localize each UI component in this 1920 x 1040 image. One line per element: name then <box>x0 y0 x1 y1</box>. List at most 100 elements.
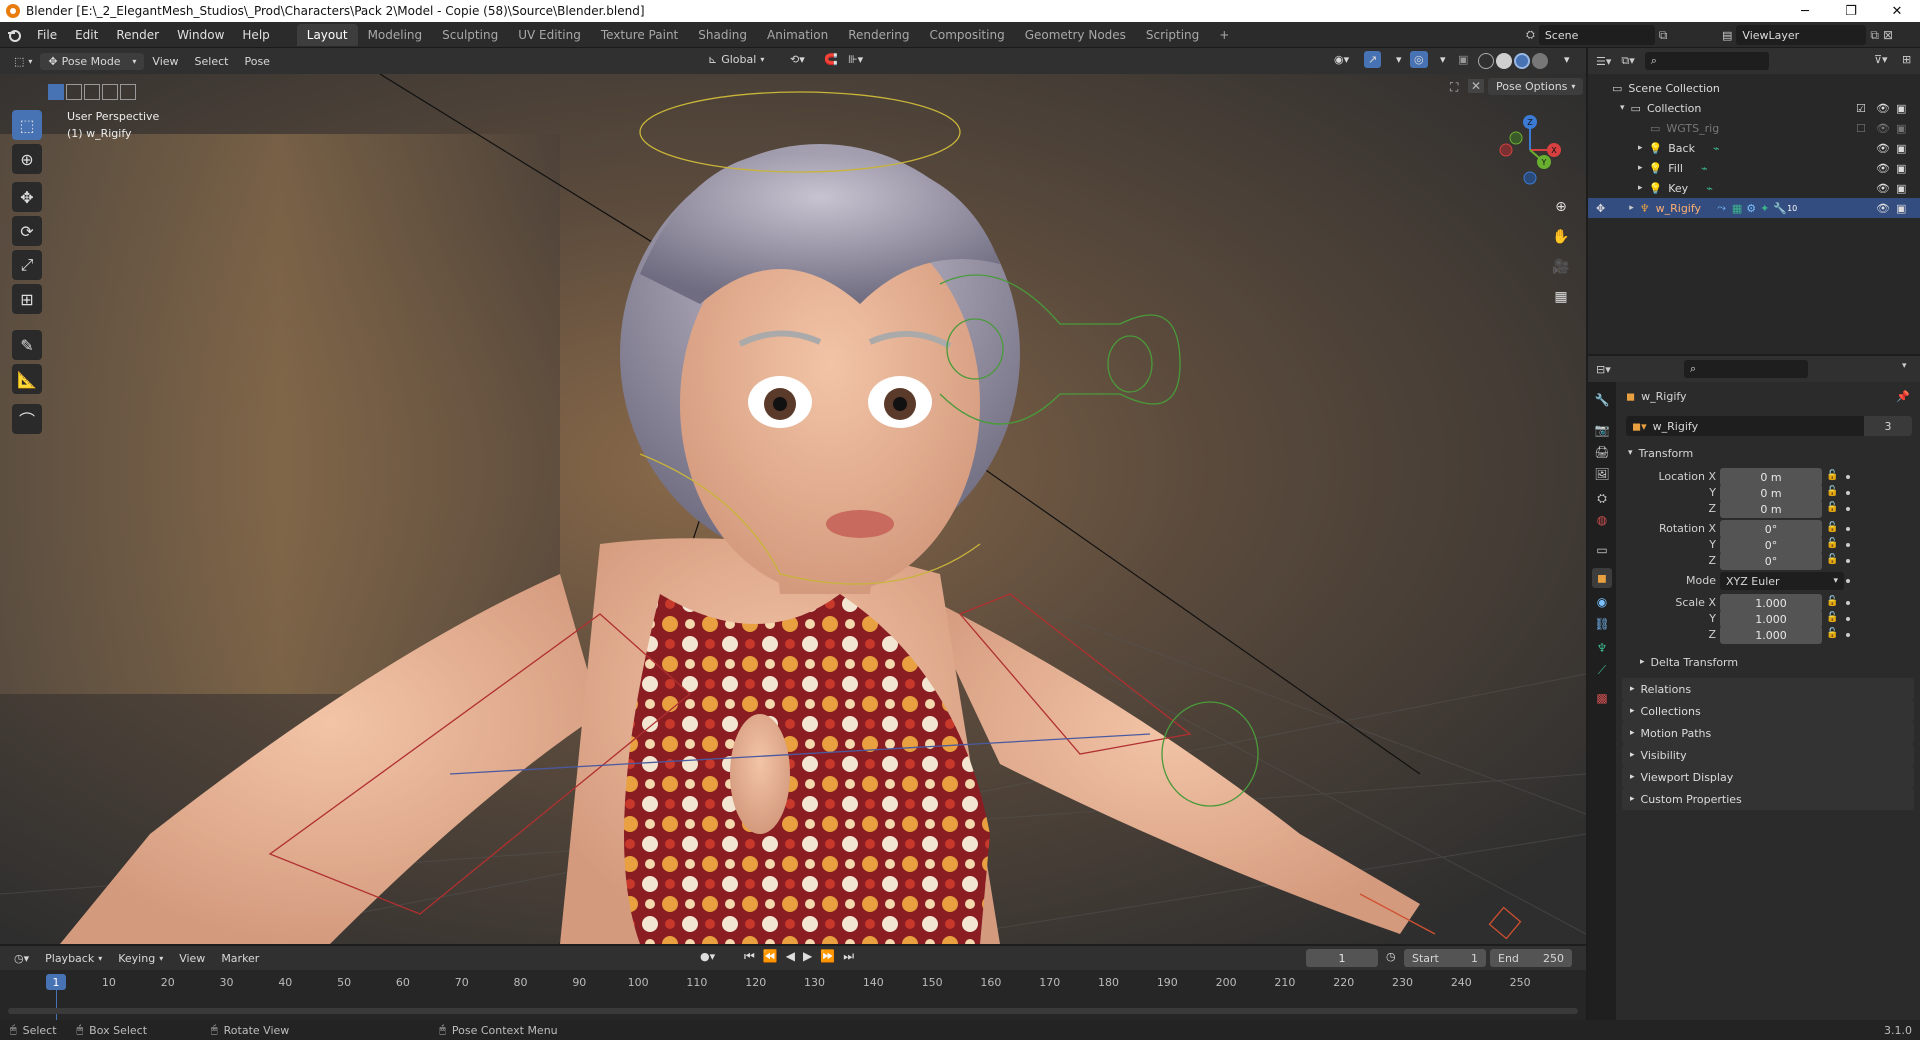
pan-hand-icon[interactable]: ✋ <box>1548 224 1574 250</box>
menu-view[interactable]: View <box>171 950 213 967</box>
wireframe-shading-icon[interactable] <box>1478 53 1494 69</box>
properties-editor-icon[interactable]: ⊟▾ <box>1596 363 1611 376</box>
keyframe-dot-icon[interactable] <box>1846 559 1850 563</box>
jump-keyframe-back-icon[interactable]: ⏪ <box>763 949 778 964</box>
eye-icon[interactable]: 👁 <box>1876 162 1890 175</box>
lock-icon[interactable]: 🔓 <box>1826 502 1838 513</box>
keyframe-dot-icon[interactable] <box>1846 491 1850 495</box>
select-box-tool-icon[interactable]: ⬚ <box>12 110 42 140</box>
new-collection-icon[interactable]: ⊞ <box>1902 53 1911 66</box>
bone-tab-icon[interactable]: ⟋ <box>1592 660 1612 680</box>
frame-ruler[interactable]: 10 20 30 40 50 60 70 80 90 100 110 120 130 140 150 160 1… <box>0 970 1586 994</box>
light-data-icon[interactable]: ⌁ <box>1713 142 1720 155</box>
scene-field[interactable]: Scene <box>1538 25 1655 45</box>
outliner-search-input[interactable]: ⌕ <box>1644 52 1769 70</box>
timeline-scrollbar[interactable] <box>8 1008 1578 1014</box>
pose-options-button[interactable]: Pose Options ▾ <box>1488 78 1584 95</box>
xray-toggle-icon[interactable]: ▣ <box>1450 51 1476 68</box>
tab-uv-editing[interactable]: UV Editing <box>508 24 591 46</box>
material-preview-shading-icon[interactable] <box>1514 53 1530 69</box>
camera-icon[interactable]: ▣ <box>1896 182 1906 195</box>
output-tab-icon[interactable]: 🖨 <box>1592 442 1612 462</box>
menu-window[interactable]: Window <box>168 28 233 42</box>
keyframe-dot-icon[interactable] <box>1846 543 1850 547</box>
expand-arrow-icon[interactable]: ▸ <box>1629 203 1634 213</box>
transform-orientation-selector[interactable]: ⊾ Global ▾ <box>700 51 772 68</box>
expand-arrow-icon[interactable]: ▸ <box>1638 143 1643 153</box>
transform-panel-header[interactable]: ▾ Transform <box>1622 442 1914 464</box>
expand-arrow-icon[interactable]: ▸ <box>1638 163 1643 173</box>
keyframe-dot-icon[interactable] <box>1846 475 1850 479</box>
texture-tab-icon[interactable]: ▩ <box>1592 688 1612 708</box>
play-icon[interactable]: ▶ <box>803 949 812 964</box>
motion-paths-panel-header[interactable]: ▸ Motion Paths <box>1622 722 1914 744</box>
object-data-tab-icon[interactable]: ♆ <box>1592 638 1612 658</box>
outliner-editor-icon[interactable]: ☰▾ <box>1596 55 1611 68</box>
snap-target-icon[interactable]: ⊪▾ <box>840 51 871 68</box>
current-frame-field[interactable]: 1 <box>1306 949 1378 967</box>
add-workspace-button[interactable]: + <box>1209 24 1239 46</box>
custom-properties-panel-header[interactable]: ▸ Custom Properties <box>1622 788 1914 810</box>
tool-tab-icon[interactable]: 🔧 <box>1592 390 1612 410</box>
view-layer-tab-icon[interactable]: 🖼 <box>1592 464 1612 484</box>
outliner-item-collection[interactable]: ▾ ▭ Collection ☑ 👁 ▣ <box>1588 98 1920 118</box>
object-constraints-tab-icon[interactable]: ⛓ <box>1592 614 1612 634</box>
start-frame-field[interactable]: Start 1 <box>1404 949 1486 967</box>
3d-viewport[interactable]: ⬚ ⊕ ✥ ⟳ ⤢ ⊞ ✎ 📐 ⌒ User Perspective (1) w… <box>0 74 1586 944</box>
remove-view-layer-icon[interactable]: ⊠ <box>1883 28 1893 42</box>
light-data-icon[interactable]: ⌁ <box>1701 162 1708 175</box>
shading-options-icon[interactable]: ▾ <box>1556 51 1578 68</box>
light-data-icon[interactable]: ⌁ <box>1706 182 1713 195</box>
jump-keyframe-forward-icon[interactable]: ⏩ <box>820 949 835 964</box>
timeline-editor-icon[interactable]: ◷▾ <box>6 950 37 967</box>
eye-icon[interactable]: 👁 <box>1876 142 1890 155</box>
eye-icon[interactable]: 👁 <box>1876 182 1890 195</box>
collections-panel-header[interactable]: ▸ Collections <box>1622 700 1914 722</box>
constraint-icon[interactable]: ⚙ <box>1746 202 1756 215</box>
menu-render[interactable]: Render <box>107 28 168 42</box>
delta-transform-subpanel[interactable]: ▸ Delta Transform <box>1634 652 1914 672</box>
keyframe-dot-icon[interactable] <box>1846 633 1850 637</box>
close-button[interactable]: ✕ <box>1874 0 1920 22</box>
checkbox-icon[interactable]: ☑ <box>1856 102 1866 115</box>
lock-icon[interactable]: 🔓 <box>1826 522 1838 533</box>
lock-icon[interactable]: 🔓 <box>1826 554 1838 565</box>
collection-tab-icon[interactable]: ▭ <box>1592 540 1612 560</box>
select-new-icon[interactable] <box>48 84 64 100</box>
lock-icon[interactable]: 🔓 <box>1826 596 1838 607</box>
keyframe-dot-icon[interactable] <box>1846 527 1850 531</box>
zoom-region-icon[interactable]: ⛶ <box>1450 80 1458 95</box>
pose-icon[interactable]: ✦ <box>1760 202 1769 215</box>
record-icon[interactable]: ●▾ <box>700 950 715 963</box>
tab-geometry-nodes[interactable]: Geometry Nodes <box>1015 24 1136 46</box>
lock-icon[interactable]: 🔓 <box>1826 486 1838 497</box>
move-tool-icon[interactable]: ✥ <box>12 182 42 212</box>
lock-icon[interactable]: 🔓 <box>1826 628 1838 639</box>
keyframe-dot-icon[interactable] <box>1846 617 1850 621</box>
scene-selector[interactable]: ⛭ Scene ⧉ <box>1526 25 1667 45</box>
tab-texture-paint[interactable]: Texture Paint <box>591 24 688 46</box>
tab-rendering[interactable]: Rendering <box>838 24 919 46</box>
gizmo-toggle-icon[interactable]: ↗ <box>1364 51 1382 68</box>
tab-animation[interactable]: Animation <box>757 24 838 46</box>
camera-icon[interactable]: ▣ <box>1896 162 1906 175</box>
blender-menu-icon[interactable] <box>0 28 28 42</box>
tab-modeling[interactable]: Modeling <box>358 24 433 46</box>
camera-view-icon[interactable]: 🎥 <box>1548 254 1574 280</box>
timeline-area[interactable]: 10 20 30 40 50 60 70 80 90 100 110 120 130 140 150 160 1… <box>0 970 1586 1020</box>
properties-search-input[interactable]: ⌕ <box>1684 360 1808 378</box>
display-mode-icon[interactable]: ⧉▾ <box>1621 54 1634 68</box>
menu-playback[interactable]: Playback ▾ <box>37 950 110 967</box>
keyframe-dot-icon[interactable] <box>1846 507 1850 511</box>
outliner-item-fill[interactable]: ▸ 💡 Fill ⌁ 👁 ▣ <box>1588 158 1920 178</box>
view-layer-selector[interactable]: ▤ ViewLayer ⧉ ⊠ <box>1722 25 1893 45</box>
outliner-item-w-rigify[interactable]: ✥ ▸ ♆ w_Rigify ⤳ ▦ ⚙ ✦ 🔧 10 👁 ▣ <box>1588 198 1920 218</box>
editor-type-button[interactable]: ⬚ ▾ <box>6 53 40 70</box>
outliner-item-back[interactable]: ▸ 💡 Back ⌁ 👁 ▣ <box>1588 138 1920 158</box>
end-frame-field[interactable]: End 250 <box>1490 949 1572 967</box>
world-tab-icon[interactable]: ◍ <box>1592 510 1612 530</box>
select-intersect-icon[interactable] <box>120 84 136 100</box>
jump-start-icon[interactable]: ⏮ <box>744 949 755 964</box>
checkbox-icon[interactable]: ☐ <box>1856 122 1866 135</box>
scene-tab-icon[interactable]: ⛭ <box>1592 488 1612 508</box>
